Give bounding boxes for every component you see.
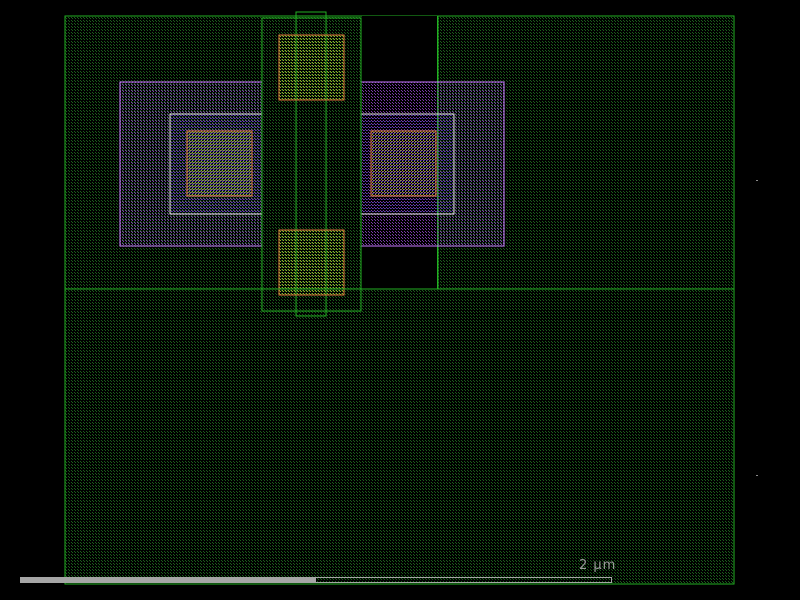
- scale-label: 2 μm: [579, 558, 617, 573]
- right-marker-2: [756, 475, 758, 476]
- contact-left[interactable]: [186, 130, 253, 197]
- gate-contact-top[interactable]: [278, 34, 345, 101]
- gate-contact-bottom[interactable]: [278, 229, 345, 296]
- contact-right[interactable]: [370, 130, 437, 197]
- region-bottom[interactable]: [64, 288, 735, 585]
- right-marker-1: [756, 180, 758, 181]
- layout-canvas[interactable]: [0, 0, 800, 600]
- scale-bar: [20, 577, 612, 583]
- scale-bar-fill: [21, 578, 316, 582]
